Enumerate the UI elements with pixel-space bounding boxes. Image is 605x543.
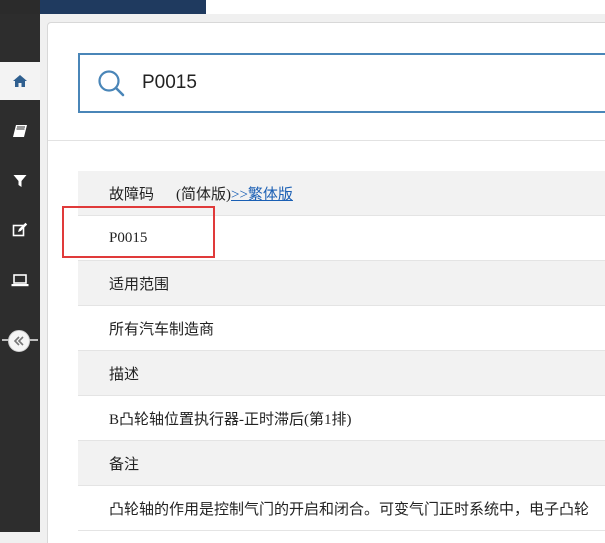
laptop-icon: [11, 273, 29, 286]
current-version-label: (简体版): [176, 186, 232, 203]
traditional-version-link[interactable]: >>繁体版: [231, 183, 293, 204]
sidebar-item-edit[interactable]: [0, 211, 40, 249]
sidebar-item-book[interactable]: [0, 112, 40, 150]
notes-label: 备注: [109, 456, 140, 473]
notes-value: 凸轮轴的作用是控制气门的开启和闭合。可变气门正时系统中，电子凸轮: [109, 501, 590, 518]
edit-icon: [12, 222, 28, 237]
sidebar: [0, 14, 40, 532]
top-bar: [0, 0, 605, 14]
book-icon: [13, 125, 27, 137]
home-icon: [13, 75, 27, 87]
filter-icon: [13, 175, 27, 187]
lang-header-row: 故障码 (简体版) >>繁体版: [78, 171, 605, 216]
sidebar-item-filter[interactable]: [0, 162, 40, 200]
code-heading: 故障码: [109, 186, 155, 203]
search-input[interactable]: P0015: [142, 72, 197, 94]
result-table: 故障码 (简体版) >>繁体版 P0015 适用范围 所有汽车制造商 描述 B凸…: [78, 171, 605, 531]
scope-value: 所有汽车制造商: [109, 321, 215, 338]
scope-label: 适用范围: [109, 276, 170, 293]
sidebar-item-home[interactable]: [0, 62, 40, 100]
search-icon[interactable]: [96, 68, 126, 98]
description-value: B凸轮轴位置执行器-正时滞后(第1排): [109, 411, 352, 428]
section-divider: [48, 140, 605, 141]
code-value: P0015: [109, 229, 148, 246]
description-header-row: 描述: [78, 351, 605, 396]
notes-row: 凸轮轴的作用是控制气门的开启和闭合。可变气门正时系统中，电子凸轮: [78, 486, 605, 531]
scope-header-row: 适用范围: [78, 261, 605, 306]
collapse-sidebar-button[interactable]: [8, 330, 30, 352]
search-box[interactable]: P0015: [78, 53, 605, 113]
notes-header-row: 备注: [78, 441, 605, 486]
description-row: B凸轮轴位置执行器-正时滞后(第1排): [78, 396, 605, 441]
double-chevron-left-icon: [13, 336, 24, 346]
code-row: P0015: [78, 216, 605, 261]
scope-row: 所有汽车制造商: [78, 306, 605, 351]
main-panel: P0015 故障码 (简体版) >>繁体版 P0015 适用范围 所有汽车制造商…: [47, 22, 605, 543]
sidebar-item-laptop[interactable]: [0, 261, 40, 299]
description-label: 描述: [109, 366, 140, 383]
top-bar-left-strip: [0, 0, 40, 14]
